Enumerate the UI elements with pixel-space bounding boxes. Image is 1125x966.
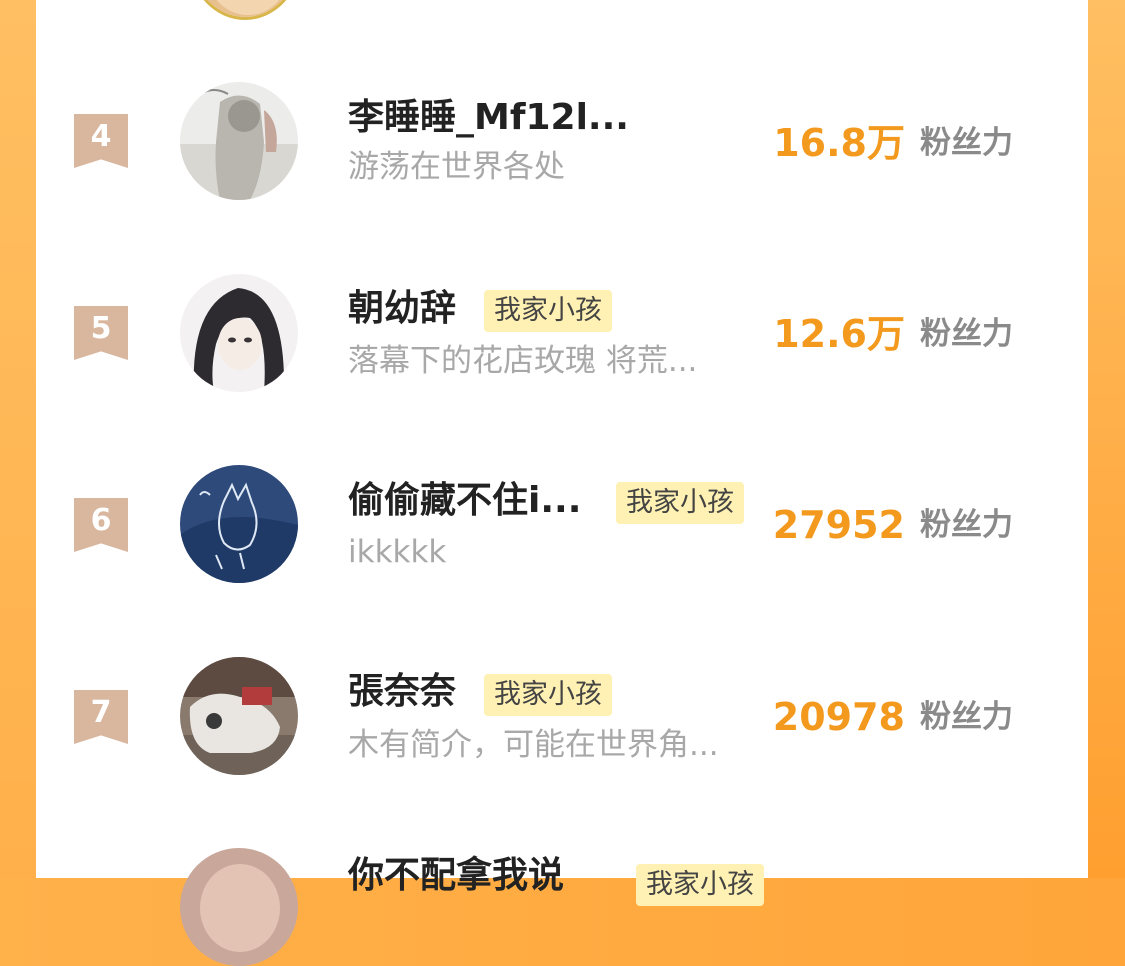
user-name[interactable]: 朝幼辞 (348, 287, 456, 331)
fan-power-value: 16.8万 (773, 121, 905, 165)
fan-power-label: 粉丝力 (920, 125, 1013, 161)
user-bio: 游荡在世界各处 (348, 149, 565, 185)
fan-power-label: 粉丝力 (920, 316, 1013, 352)
fan-power-value: 27952 (772, 503, 905, 547)
user-name[interactable]: 偷偷藏不住i... (348, 479, 581, 523)
avatar[interactable] (180, 657, 298, 775)
fan-power-label: 粉丝力 (920, 507, 1013, 543)
user-name[interactable]: 你不配拿我说 (348, 854, 564, 898)
fan-power-value: 12.6万 (773, 312, 905, 356)
my-kid-tag: 我家小孩 (484, 290, 612, 332)
my-kid-tag: 我家小孩 (616, 482, 744, 524)
avatar[interactable] (180, 274, 298, 392)
avatar[interactable] (180, 465, 298, 583)
my-kid-tag: 我家小孩 (636, 864, 764, 906)
user-name[interactable]: 李睡睡_Mf12l... (348, 96, 629, 140)
page-background-left (0, 0, 36, 878)
user-bio: 落幕下的花店玫瑰 将荒... (348, 343, 698, 379)
avatar[interactable] (180, 848, 298, 966)
my-kid-tag: 我家小孩 (484, 674, 612, 716)
user-bio: 木有简介，可能在世界角... (348, 727, 719, 763)
fan-power-label: 粉丝力 (920, 699, 1013, 735)
user-bio: ikkkkk (348, 534, 447, 570)
avatar[interactable] (180, 82, 298, 200)
page-background-right (1088, 0, 1125, 878)
fan-power-value: 20978 (772, 695, 905, 739)
user-name[interactable]: 張奈奈 (348, 670, 456, 714)
